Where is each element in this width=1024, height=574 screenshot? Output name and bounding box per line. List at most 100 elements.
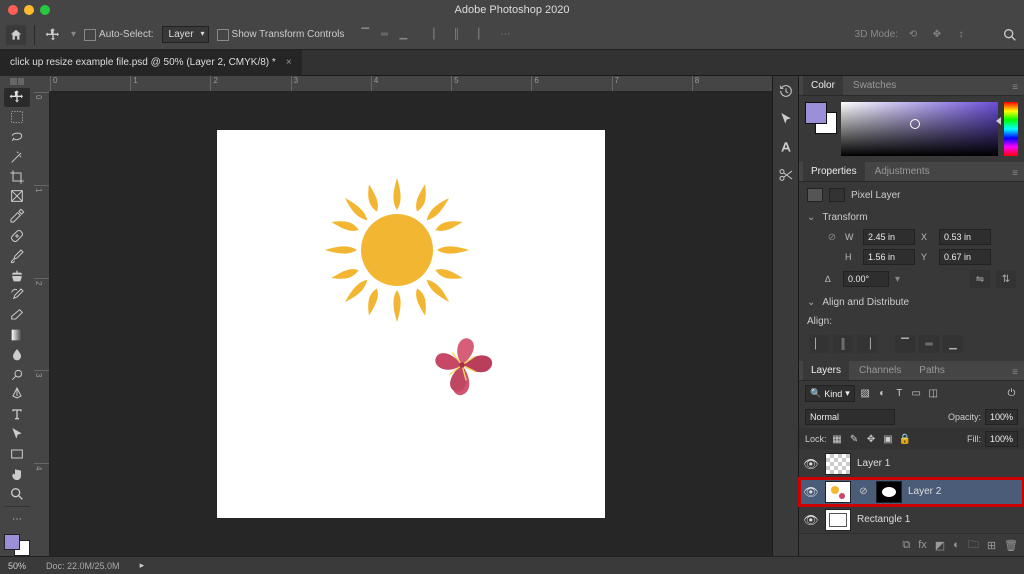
new-fill-icon[interactable]: ◐: [953, 539, 960, 551]
edit-toolbar-icon[interactable]: ⋯: [4, 510, 30, 529]
auto-select-checkbox[interactable]: Auto-Select:: [84, 29, 153, 41]
orbit-icon[interactable]: ⟲: [904, 26, 922, 44]
align-top-btn[interactable]: ▔: [895, 335, 915, 353]
layer-filter-kind-dropdown[interactable]: 🔍 Kind ▾: [805, 385, 855, 402]
tools-tab-handle[interactable]: [10, 78, 24, 85]
gradient-tool[interactable]: [4, 326, 30, 345]
lock-artboard-icon[interactable]: ▣: [882, 433, 895, 446]
fill-field[interactable]: 100%: [985, 431, 1018, 447]
opacity-field[interactable]: 100%: [985, 409, 1018, 425]
color-panel-menu-icon[interactable]: ≡: [1006, 80, 1024, 95]
blend-mode-dropdown[interactable]: Normal: [805, 409, 895, 425]
dolly-icon[interactable]: ↕: [952, 26, 970, 44]
eyedropper-tool[interactable]: [4, 207, 30, 226]
scissors-icon[interactable]: [777, 166, 795, 184]
angle-dropdown-icon[interactable]: ▾: [895, 274, 900, 285]
home-button[interactable]: [6, 25, 26, 45]
visibility-toggle-icon[interactable]: 👁: [803, 485, 819, 499]
brush-tool[interactable]: [4, 246, 30, 265]
dodge-tool[interactable]: [4, 365, 30, 384]
hue-slider[interactable]: [1004, 102, 1018, 156]
filter-toggle-icon[interactable]: ⏻: [1005, 387, 1018, 400]
lasso-tool[interactable]: [4, 127, 30, 146]
search-icon[interactable]: [1002, 27, 1018, 43]
tab-swatches[interactable]: Swatches: [845, 76, 904, 95]
move-tool[interactable]: [4, 88, 30, 107]
align-bottom-btn[interactable]: ▁: [943, 335, 963, 353]
link-wh-icon[interactable]: ⊘: [825, 232, 839, 243]
new-group-icon[interactable]: 🗀: [968, 536, 979, 555]
y-field[interactable]: 0.67 in: [939, 249, 991, 265]
rectangle-tool[interactable]: [4, 444, 30, 463]
eraser-tool[interactable]: [4, 306, 30, 325]
layer-name-label[interactable]: Layer 1: [857, 458, 890, 469]
layer-fx-icon[interactable]: fx: [918, 539, 927, 551]
layer-name-label[interactable]: Rectangle 1: [857, 514, 910, 525]
x-field[interactable]: 0.53 in: [939, 229, 991, 245]
visibility-toggle-icon[interactable]: 👁: [803, 513, 819, 527]
align-right-btn[interactable]: ▕: [857, 335, 877, 353]
marquee-tool[interactable]: [4, 108, 30, 127]
tab-layers[interactable]: Layers: [803, 361, 849, 380]
transform-section-header[interactable]: Transform: [799, 208, 1024, 227]
align-vcenter-btn[interactable]: ═: [919, 335, 939, 353]
layer-row[interactable]: 👁 Rectangle 1: [799, 506, 1024, 534]
distribute-icon[interactable]: ⋯: [496, 26, 514, 44]
path-selection-tool[interactable]: [4, 425, 30, 444]
add-mask-icon[interactable]: ◩: [935, 539, 945, 552]
type-tool[interactable]: [4, 405, 30, 424]
zoom-tool[interactable]: [4, 484, 30, 503]
frame-tool[interactable]: [4, 187, 30, 206]
layer-row[interactable]: 👁 Layer 1: [799, 450, 1024, 478]
align-hcenter-icon[interactable]: ║: [447, 26, 465, 44]
properties-panel-menu-icon[interactable]: ≡: [1006, 166, 1024, 181]
layers-panel-menu-icon[interactable]: ≡: [1006, 365, 1024, 380]
align-hcenter-btn[interactable]: ║: [833, 335, 853, 353]
crop-tool[interactable]: [4, 167, 30, 186]
history-panel-icon[interactable]: [777, 82, 795, 100]
color-swatches[interactable]: [4, 534, 30, 556]
document-tab[interactable]: click up resize example file.psd @ 50% (…: [0, 50, 302, 76]
delete-layer-icon[interactable]: 🗑: [1004, 539, 1018, 552]
ruler-origin[interactable]: [34, 76, 50, 92]
minimize-window-button[interactable]: [24, 5, 34, 15]
layer-thumbnail[interactable]: [825, 481, 851, 503]
auto-select-mode-dropdown[interactable]: Layer: [162, 26, 209, 43]
blur-tool[interactable]: [4, 345, 30, 364]
layer-thumbnail[interactable]: [825, 453, 851, 475]
lock-all-icon[interactable]: 🔒: [899, 433, 912, 446]
flip-vertical-icon[interactable]: ⇅: [996, 270, 1016, 288]
lock-position-icon[interactable]: ✥: [865, 433, 878, 446]
tab-paths[interactable]: Paths: [911, 361, 953, 380]
color-slider-caret[interactable]: [996, 117, 1001, 125]
pen-tool[interactable]: [4, 385, 30, 404]
filter-type-icon[interactable]: T: [893, 387, 906, 400]
layer-row[interactable]: 👁 ⊘ Layer 2: [799, 478, 1024, 506]
status-menu-caret[interactable]: ▸: [140, 560, 145, 571]
vertical-ruler[interactable]: 01234: [34, 92, 50, 556]
color-swatch-pair[interactable]: [805, 102, 835, 156]
pan-icon[interactable]: ✥: [928, 26, 946, 44]
lock-brush-icon[interactable]: ✎: [848, 433, 861, 446]
align-section-header[interactable]: Align and Distribute: [799, 293, 1024, 312]
layer-name-label[interactable]: Layer 2: [908, 486, 941, 497]
align-left-btn[interactable]: ▏: [809, 335, 829, 353]
tab-adjustments[interactable]: Adjustments: [867, 162, 938, 181]
character-panel-icon[interactable]: [777, 138, 795, 156]
layer-mask-thumbnail[interactable]: [876, 481, 902, 503]
visibility-toggle-icon[interactable]: 👁: [803, 457, 819, 471]
align-top-icon[interactable]: ▔: [356, 26, 374, 44]
horizontal-ruler[interactable]: 012345678: [50, 76, 772, 92]
healing-tool[interactable]: [4, 227, 30, 246]
clone-stamp-tool[interactable]: [4, 266, 30, 285]
maximize-window-button[interactable]: [40, 5, 50, 15]
foreground-color-swatch[interactable]: [4, 534, 20, 550]
tab-properties[interactable]: Properties: [803, 162, 865, 181]
align-right-icon[interactable]: ▕: [466, 26, 484, 44]
tab-channels[interactable]: Channels: [851, 361, 909, 380]
lock-pixels-icon[interactable]: ▦: [831, 433, 844, 446]
show-transform-checkbox[interactable]: Show Transform Controls: [217, 29, 345, 41]
color-field[interactable]: [841, 102, 998, 156]
filter-smart-icon[interactable]: ◫: [927, 387, 940, 400]
align-vcenter-icon[interactable]: ═: [375, 26, 393, 44]
